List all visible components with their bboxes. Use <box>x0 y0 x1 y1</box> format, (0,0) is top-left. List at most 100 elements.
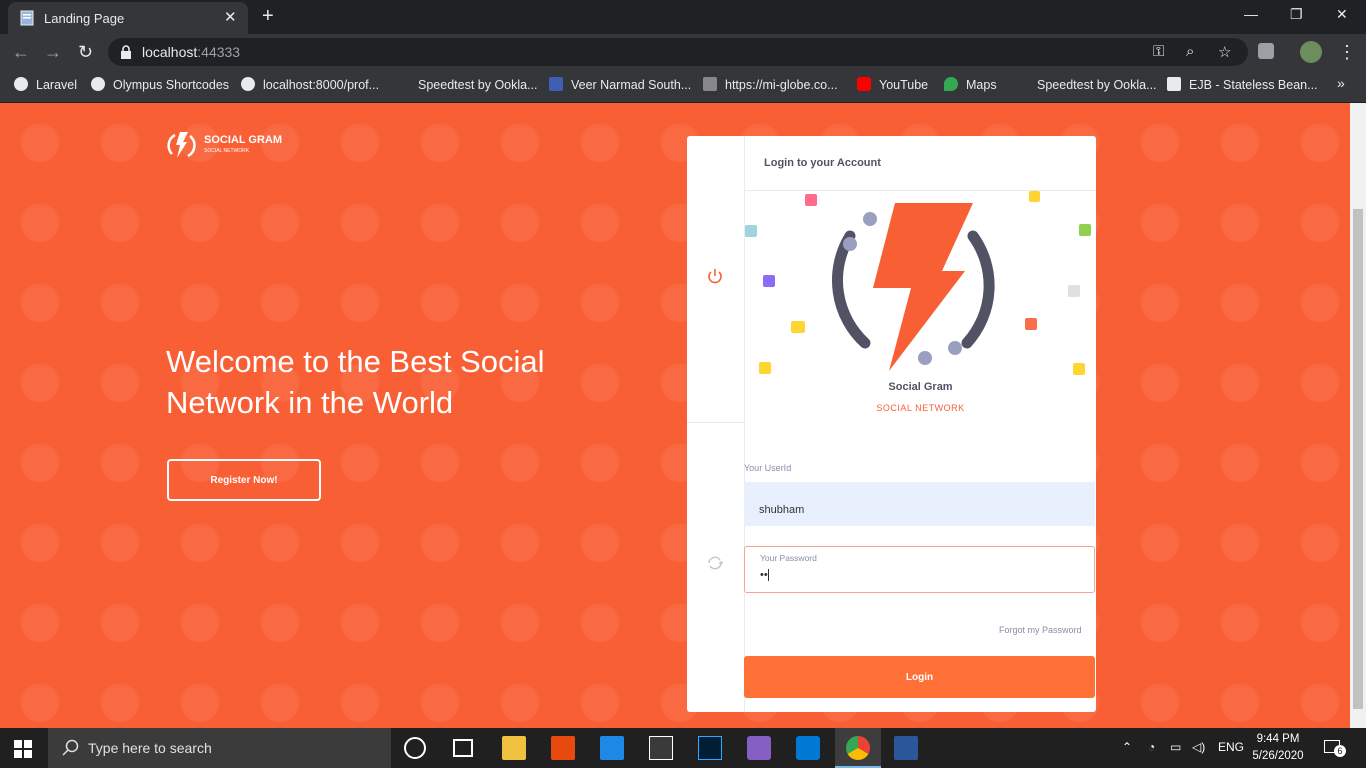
tab-title: Landing Page <box>44 11 125 26</box>
avatar[interactable] <box>1300 41 1322 63</box>
browser-tab-bar: Landing Page ✕ + — ❐ ✕ <box>0 0 1366 34</box>
bookmark-item[interactable]: Laravel <box>14 77 77 92</box>
minimize-icon[interactable]: — <box>1244 6 1258 22</box>
bookmark-item[interactable]: YouTube <box>857 77 928 92</box>
bookmark-label: YouTube <box>879 78 929 92</box>
photoshop-icon[interactable] <box>698 736 722 760</box>
url-host: localhost <box>142 44 198 60</box>
cortana-icon[interactable] <box>404 737 426 759</box>
close-window-icon[interactable]: ✕ <box>1336 6 1348 23</box>
youtube-icon <box>857 77 871 91</box>
password-label: Your Password <box>760 553 817 563</box>
language-indicator[interactable]: ENG <box>1218 740 1244 754</box>
bookmark-item[interactable]: Maps <box>944 77 997 92</box>
java-icon <box>1167 77 1181 91</box>
password-value: •• <box>760 569 768 581</box>
battery-icon[interactable]: ▭ <box>1170 740 1181 754</box>
text-caret <box>768 569 769 581</box>
register-sync-icon[interactable] <box>706 554 724 572</box>
url-port: :44333 <box>197 44 241 60</box>
search-placeholder: Type here to search <box>88 740 212 756</box>
office-icon[interactable] <box>551 736 575 760</box>
bookmark-item[interactable]: EJB - Stateless Bean... <box>1167 77 1318 92</box>
clock-date: 5/26/2020 <box>1252 750 1304 762</box>
userid-input[interactable]: shubham <box>744 482 1095 526</box>
bookmark-label: Olympus Shortcodes <box>113 78 230 92</box>
visual-studio-icon[interactable] <box>747 736 771 760</box>
volume-icon[interactable]: ◁) <box>1192 740 1205 754</box>
scrollbar-thumb[interactable] <box>1353 209 1363 709</box>
task-view-icon[interactable] <box>453 739 473 757</box>
speedtest-icon <box>396 77 410 91</box>
bookmark-label: https://mi-globe.co... <box>725 78 838 92</box>
bookmark-star-icon[interactable]: ☆ <box>1218 43 1231 61</box>
page-icon <box>20 10 34 26</box>
back-icon[interactable]: ← <box>12 42 30 63</box>
bolt-logo-icon <box>167 132 196 158</box>
forgot-password-link[interactable]: Forgot my Password <box>999 625 1082 635</box>
windows-taskbar: Type here to search ⌃ ◔ ▭ ◁) ENG 9:44 PM… <box>0 728 1366 768</box>
key-icon[interactable]: ⚿ <box>1153 43 1164 60</box>
notification-count: 6 <box>1334 745 1346 757</box>
password-input[interactable]: Your Password •• <box>744 546 1095 593</box>
clock-time: 9:44 PM <box>1256 733 1300 745</box>
bookmark-item[interactable]: localhost:8000/prof... <box>241 77 379 92</box>
taskbar-clock[interactable]: 9:44 PM 5/26/2020 <box>1247 731 1309 765</box>
bookmark-item[interactable]: Veer Narmad South... <box>549 77 691 92</box>
file-explorer-icon[interactable] <box>502 736 526 760</box>
speedtest-icon <box>1015 77 1029 91</box>
windows-start-icon[interactable] <box>14 740 32 758</box>
bookmark-item[interactable]: Olympus Shortcodes <box>91 77 229 92</box>
login-card-header: Login to your Account <box>745 136 1096 191</box>
bookmark-item[interactable]: https://mi-globe.co... <box>703 77 838 92</box>
globe-icon <box>241 77 255 91</box>
address-bar[interactable]: localhost:44333 ⚿ ⌕ ☆ <box>108 38 1248 66</box>
mi-icon <box>703 77 717 91</box>
taskbar-search[interactable]: Type here to search <box>48 728 391 768</box>
bookmark-item[interactable]: Speedtest by Ookla... <box>1015 77 1157 92</box>
search-icon <box>62 739 79 756</box>
bookmark-label: Laravel <box>36 78 77 92</box>
word-icon[interactable] <box>894 736 918 760</box>
bookmarks-bar: Laravel Olympus Shortcodes localhost:800… <box>0 70 1366 103</box>
sidebar-divider <box>687 422 744 423</box>
chrome-taskbar-button[interactable] <box>835 728 881 768</box>
bookmark-label: Maps <box>966 78 997 92</box>
userid-value: shubham <box>759 504 805 516</box>
app-tagline: SOCIAL NETWORK <box>876 403 965 413</box>
bookmark-item[interactable]: Speedtest by Ookla... <box>396 77 538 92</box>
bookmark-label: Speedtest by Ookla... <box>1037 78 1157 92</box>
zoom-icon[interactable]: ⌕ <box>1186 43 1194 60</box>
forward-icon[interactable]: → <box>44 42 62 63</box>
globe-icon <box>14 77 28 91</box>
close-tab-icon[interactable]: ✕ <box>224 8 237 26</box>
wifi-icon[interactable]: ◔ <box>1148 740 1155 754</box>
page-scrollbar[interactable] <box>1350 103 1366 728</box>
restore-icon[interactable]: ❐ <box>1290 6 1303 23</box>
bookmark-label: localhost:8000/prof... <box>263 78 380 92</box>
globe-icon <box>91 77 105 91</box>
notification-center-icon[interactable]: 6 <box>1324 738 1346 758</box>
landing-page: SOCIAL GRAM SOCIAL NETWORK Welcome to th… <box>0 103 1350 728</box>
register-button[interactable]: Register Now! <box>167 459 321 501</box>
mail-icon[interactable] <box>600 736 624 760</box>
chrome-icon <box>846 736 870 760</box>
maps-icon <box>944 77 958 91</box>
chevron-up-icon[interactable]: ⌃ <box>1122 740 1132 754</box>
power-icon[interactable] <box>706 267 724 285</box>
more-bookmarks-icon[interactable]: » <box>1337 75 1345 91</box>
login-button[interactable]: Login <box>744 656 1095 698</box>
brand-tagline: SOCIAL NETWORK <box>204 148 250 154</box>
social-gram-logo-art <box>745 191 1091 375</box>
login-card: Login to your Account Social Gram SOCIAL… <box>687 136 1096 712</box>
menu-icon[interactable]: ⋮ <box>1338 42 1356 63</box>
store-icon[interactable] <box>649 736 673 760</box>
c-icon <box>549 77 563 91</box>
tab-landing-page[interactable]: Landing Page ✕ <box>8 2 248 34</box>
vscode-icon[interactable] <box>796 736 820 760</box>
reload-icon[interactable]: ↻ <box>78 42 93 63</box>
bookmark-label: EJB - Stateless Bean... <box>1189 78 1318 92</box>
new-tab-icon[interactable]: + <box>262 5 274 28</box>
extension-icon[interactable] <box>1258 43 1274 59</box>
hero-headline: Welcome to the Best Social Network in th… <box>166 344 545 420</box>
